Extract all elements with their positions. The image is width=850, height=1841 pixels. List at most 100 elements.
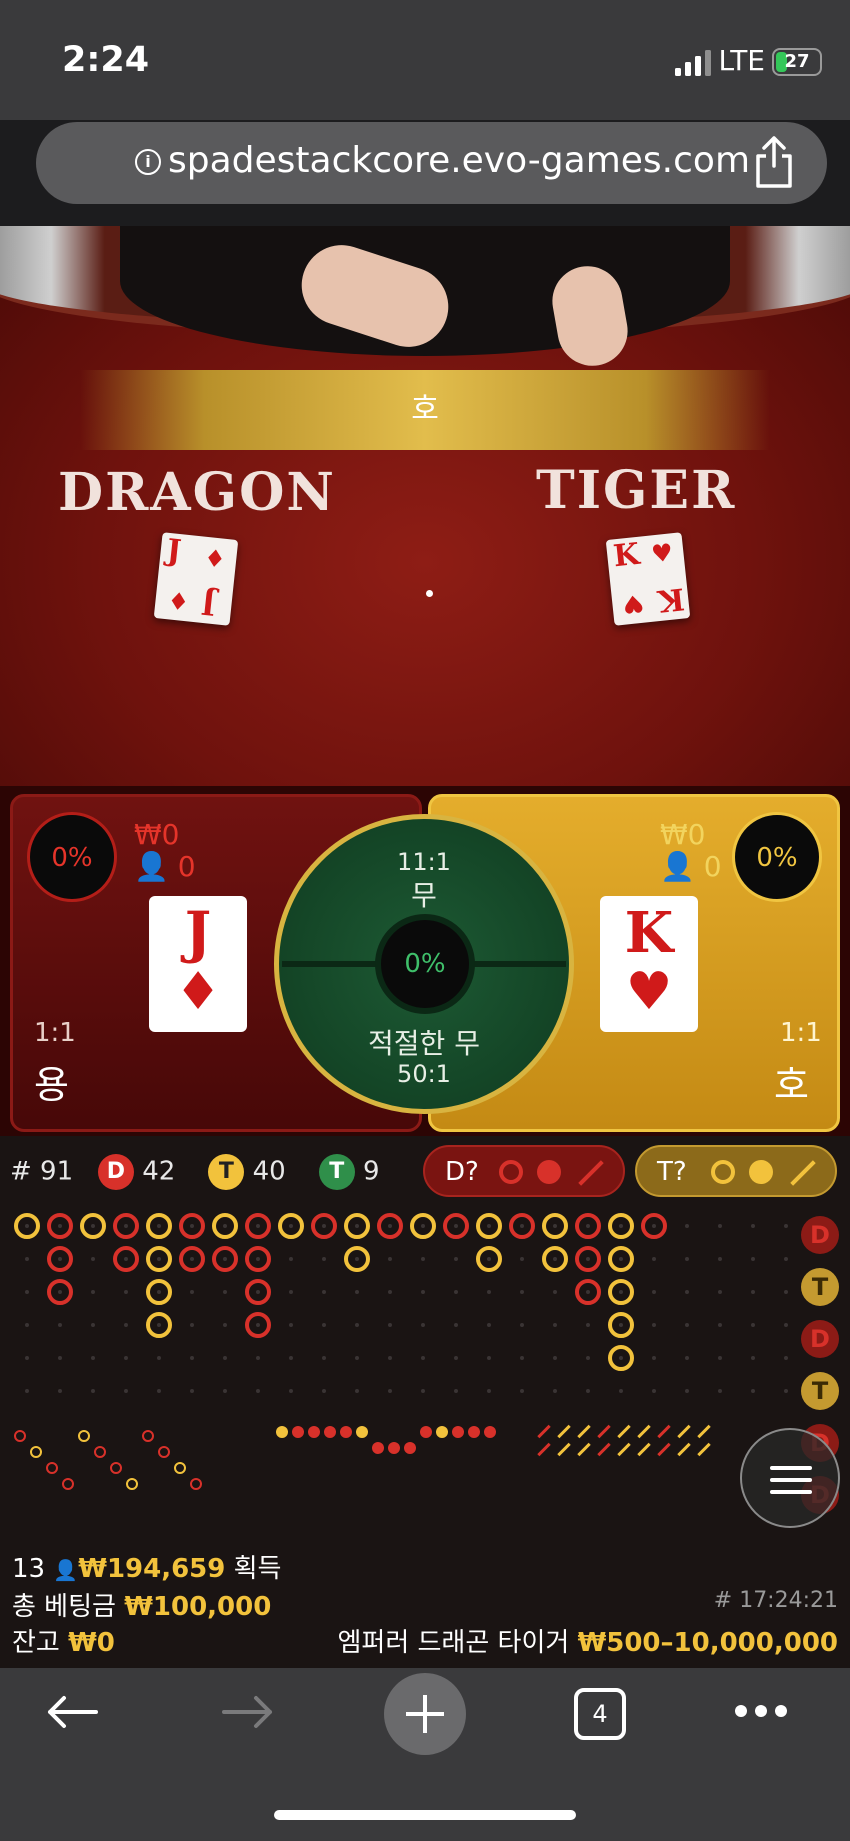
dragon-result-marker [179,1246,205,1272]
dragon-prediction-button[interactable]: D? [423,1145,625,1197]
tiger-result-marker [146,1279,172,1305]
road-grid-dot [322,1356,326,1360]
cockroach-road-marker [597,1442,611,1457]
road-label-tiger: T [801,1372,839,1410]
dragon-result-marker [47,1279,73,1305]
battery-charging-icon: 27 [772,48,822,76]
road-grid-dot [685,1257,689,1261]
road-grid-dot [190,1323,194,1327]
tiger-result-marker [410,1213,436,1239]
small-road-marker [436,1426,448,1438]
tiger-result-marker [542,1246,568,1272]
road-grid-dot [652,1389,656,1393]
road-grid-dot [454,1257,458,1261]
tiger-result-marker [14,1213,40,1239]
road-grid-dot [751,1224,755,1228]
suited-tie-bet-label[interactable]: 적절한 무 [274,1022,574,1062]
small-road-marker [484,1426,496,1438]
small-road-marker [404,1442,416,1454]
derived-road-marker [14,1430,26,1442]
road-grid-dot [91,1323,95,1327]
total-winnings: ₩194,659 [78,1554,226,1584]
tie-count: 9 [363,1156,380,1187]
road-grid-dot [322,1290,326,1294]
tiger-player-count-value: 0 [703,850,722,883]
tiger-player-count: 👤 0 [660,850,722,883]
tiger-bet-label: 호 [774,1063,809,1107]
dragon-wins-count: 42 [142,1156,176,1187]
dragon-table-card-rank: J [165,532,183,570]
tabs-icon[interactable]: 4 [574,1688,626,1740]
road-grid-dot [652,1257,656,1261]
dragon-table-card-suit: ♦ [202,542,228,574]
small-road-marker [276,1426,288,1438]
road-grid-dot [487,1290,491,1294]
road-grid-dot [718,1224,722,1228]
road-grid-dot [289,1290,293,1294]
road-grid-dot [256,1389,260,1393]
share-icon[interactable] [752,134,796,190]
network-type: LTE [718,44,765,77]
total-bet-label: 총 베팅금 [12,1592,116,1622]
road-grid-dot [751,1389,755,1393]
tiger-table-card-rank-bottom: K [656,580,687,618]
road-grid-dot [487,1356,491,1360]
menu-icon-bar [770,1466,812,1470]
menu-button[interactable] [740,1428,840,1528]
road-grid-dot [157,1389,161,1393]
derived-road-marker [142,1430,154,1442]
road-grid-dot [520,1290,524,1294]
tie-bet-label: 무 [411,879,437,912]
dragon-player-count: 👤 0 [134,850,196,883]
road-grid-dot [718,1389,722,1393]
dragon-result-marker [245,1246,271,1272]
road-grid-dot [718,1323,722,1327]
road-grid-dot [223,1323,227,1327]
tie-payout: 11:1 [397,848,451,876]
dragon-result-marker [245,1213,271,1239]
road-grid-dot [190,1356,194,1360]
dragon-result-marker [575,1213,601,1239]
road-grid-dot [718,1356,722,1360]
dragon-result-marker [113,1246,139,1272]
road-grid-dot [388,1290,392,1294]
tiger-result-marker [608,1279,634,1305]
battery-level: 27 [784,51,810,72]
dragon-small-road-icon [537,1160,561,1184]
more-icon[interactable] [735,1705,789,1719]
cockroach-road-marker [637,1424,651,1439]
road-grid-dot [454,1389,458,1393]
dragon-bet-total: ₩0 [134,818,180,851]
suited-tie-payout: 50:1 [397,1060,451,1088]
derived-road-marker [126,1478,138,1490]
road-grid-dot [355,1356,359,1360]
dragon-bet-label: 용 [34,1063,69,1107]
tiger-prediction-button[interactable]: T? [635,1145,837,1197]
tiger-result-marker [278,1213,304,1239]
road-grid-dot [718,1257,722,1261]
tiger-result-marker [608,1312,634,1338]
url-text[interactable]: spadestackcore.evo-games.com [168,140,750,181]
person-icon: 👤 [53,1558,79,1582]
road-grid-dot [553,1389,557,1393]
road-grid-dot [58,1323,62,1327]
road-grid-dot [718,1290,722,1294]
road-grid-dot [553,1323,557,1327]
info-icon[interactable]: i [135,149,161,175]
menu-icon-bar [770,1490,812,1494]
tiger-result-marker [344,1213,370,1239]
road-grid-dot [751,1290,755,1294]
dragon-card: J ♦ [149,896,247,1032]
tiger-small-road-icon [749,1160,773,1184]
dragon-result-marker [575,1246,601,1272]
road-grid-dot [652,1290,656,1294]
road-grid-dot [25,1323,29,1327]
derived-road-marker [158,1446,170,1458]
road-grid-dot [355,1389,359,1393]
tiger-result-marker [608,1213,634,1239]
back-arrow-icon[interactable] [44,1694,100,1730]
new-tab-button[interactable] [384,1673,466,1755]
derived-road-marker [174,1462,186,1474]
person-icon: 👤 [134,850,169,883]
forward-arrow-icon[interactable] [220,1694,276,1730]
